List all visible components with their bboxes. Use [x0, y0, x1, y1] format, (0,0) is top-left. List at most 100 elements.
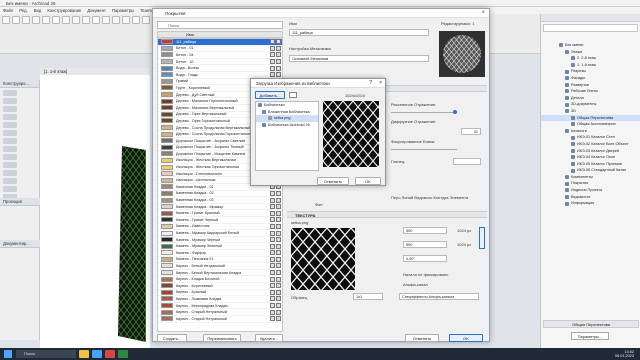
navigator-item[interactable]: Этажи [541, 49, 640, 56]
toolbar-button[interactable] [122, 16, 130, 24]
navigator-item[interactable]: Ведомости [541, 194, 640, 201]
navigator-item[interactable]: ИКЭ-05 Каталог Проемов [541, 161, 640, 168]
menu-item[interactable]: Документ [87, 7, 106, 14]
tool-button[interactable] [3, 154, 17, 160]
navigator-item[interactable]: Фасады [541, 75, 640, 82]
toolbar-button[interactable] [2, 16, 10, 24]
sub-cancel-button[interactable]: Отменить [317, 177, 349, 185]
navigator-item[interactable]: ИКЭ-06 Стандартный Катал [541, 167, 640, 174]
ambient-slider[interactable] [391, 149, 457, 150]
toolbar-button[interactable] [92, 16, 100, 24]
texture-angle[interactable]: 0,00° [403, 255, 447, 262]
toolbox-section-document[interactable]: Документир... [0, 240, 40, 248]
material-row[interactable]: Камень - Мрамор Каррарский Белый [158, 230, 282, 237]
tool-button[interactable] [3, 138, 17, 144]
navigator-item[interactable]: Информация [541, 200, 640, 207]
tool-button[interactable] [3, 162, 17, 168]
material-row[interactable]: Кирпич - Ложковая Кладка [158, 296, 282, 303]
tool-button[interactable] [3, 98, 17, 104]
ok-button[interactable]: OK [449, 334, 483, 342]
material-row[interactable]: Кирпич - Белый Вертикальная Кладка [158, 270, 282, 277]
navigator-item[interactable]: Общая Аксонометрия [541, 121, 640, 128]
explorer-icon[interactable] [79, 350, 89, 358]
texture-section[interactable]: ТЕКСТУРА [287, 211, 487, 218]
material-row[interactable]: Камень - Мрамор Черный [158, 237, 282, 244]
navigator-params-button[interactable]: Параметры... [571, 332, 609, 340]
toolbar-button[interactable] [142, 16, 150, 24]
toolbar-button[interactable] [82, 16, 90, 24]
navigator-item[interactable]: 3D-документы [541, 101, 640, 108]
navigator-item[interactable]: ИКЭ-01 Каталог Стен [541, 134, 640, 141]
material-row[interactable]: Кирпич - Старый Нетральный [158, 309, 282, 316]
navigator-root[interactable]: Без имени [541, 42, 640, 49]
close-icon[interactable]: × [481, 9, 485, 18]
texture-height[interactable]: 500 [403, 241, 447, 248]
diffuse-slider[interactable] [391, 112, 457, 113]
taskbar-search[interactable]: Поиск [16, 350, 76, 358]
material-row[interactable]: Кирпич - Коричневый [158, 283, 282, 290]
toolbar-button[interactable] [62, 16, 70, 24]
toolbar-button[interactable] [12, 16, 20, 24]
cancel-button[interactable]: Отменить [405, 334, 439, 342]
origin-checkbox-label[interactable]: Начало не фиксировано [403, 272, 448, 277]
tool-button[interactable] [3, 90, 17, 96]
engine-select[interactable]: Основной Механизм [289, 55, 429, 62]
tool-button[interactable] [3, 130, 17, 136]
navigator-item[interactable]: Каталоги [541, 128, 640, 135]
tree-libraries[interactable]: Библиотеки [256, 102, 318, 109]
navigator-item[interactable]: Покрытия [541, 180, 640, 187]
material-row[interactable]: Камень - Гранит Красный [158, 210, 282, 218]
create-button[interactable]: Создать... [157, 334, 187, 342]
alpha-checkbox-label[interactable]: Альфа-канал [403, 282, 428, 287]
navigator-item[interactable]: ИКЭ-04 Каталог Окон [541, 154, 640, 161]
navigator-item[interactable]: Детали [541, 95, 640, 102]
material-row[interactable]: Каменная Кладка - 02 [158, 190, 282, 198]
menu-item[interactable]: Вид [34, 7, 42, 14]
close-icon[interactable]: × [379, 79, 382, 88]
diffuse-knob[interactable] [453, 110, 457, 114]
help-icon[interactable]: ? [369, 79, 372, 88]
list-header-name[interactable]: Имя [157, 31, 283, 38]
sample-select[interactable]: 1x1 [353, 293, 383, 300]
material-row[interactable]: Каменная Кладка - Мрамор [158, 204, 282, 211]
rename-button[interactable]: Переименовать [203, 334, 241, 342]
tool-button[interactable] [3, 146, 17, 152]
navigator-item[interactable]: 1. 1-й этаж [541, 62, 640, 69]
tool-button[interactable] [3, 114, 17, 120]
texture-width[interactable]: 500 [403, 227, 447, 234]
library-tree[interactable]: Библиотеки Вложенная Библиотека setka.pn… [255, 101, 319, 171]
delete-button[interactable]: Удалить... [255, 334, 283, 342]
navigator-item[interactable]: Рабочие Листы [541, 88, 640, 95]
material-row[interactable]: Кирпич - Красный [158, 289, 282, 297]
menu-item[interactable]: Ред. [19, 7, 27, 14]
specular-value[interactable]: 41 [461, 128, 481, 135]
name-field[interactable]: 111_рабица [289, 29, 429, 36]
material-row[interactable]: Вода - Волны [158, 65, 282, 72]
material-row[interactable]: Камень - Фарфор [158, 250, 282, 257]
navigator-item[interactable]: 2. 2-й этаж [541, 55, 640, 62]
add-image-button[interactable]: Добавить... [255, 91, 285, 99]
tool-button[interactable] [3, 106, 17, 112]
material-row[interactable]: Каменная Кладка - 03 [158, 197, 282, 204]
navigator-item[interactable]: Развертки [541, 82, 640, 89]
texture-preview[interactable] [291, 228, 355, 290]
menu-item[interactable]: Параметры [112, 7, 134, 14]
toolbar-button[interactable] [112, 16, 120, 24]
toolbox-section-view[interactable]: Проекция [0, 198, 40, 206]
tree-setka[interactable]: setka.png [256, 115, 318, 122]
material-row[interactable]: Бетон - 10 [158, 59, 282, 66]
toolbar-button[interactable] [132, 16, 140, 24]
toolbar-button[interactable] [22, 16, 30, 24]
navigator-item[interactable]: Компоненты [541, 174, 640, 181]
material-row[interactable]: Бетон - 04 [158, 52, 282, 59]
material-row[interactable]: Камень - Песчаник 01 [158, 256, 282, 264]
material-row[interactable]: Кирпич - Многорядная Кладка [158, 303, 282, 310]
toolbar-button[interactable] [102, 16, 110, 24]
search-input[interactable]: Поиск [157, 21, 283, 29]
toolbox-section-design[interactable]: Конструиро... [0, 80, 39, 88]
app-icon[interactable] [105, 350, 115, 358]
link-proportions-icon[interactable] [479, 227, 485, 249]
toolbar-button[interactable] [32, 16, 40, 24]
navigator-item[interactable]: Общая Перспектива [541, 114, 640, 122]
navigator-item[interactable]: 3D [541, 108, 640, 115]
